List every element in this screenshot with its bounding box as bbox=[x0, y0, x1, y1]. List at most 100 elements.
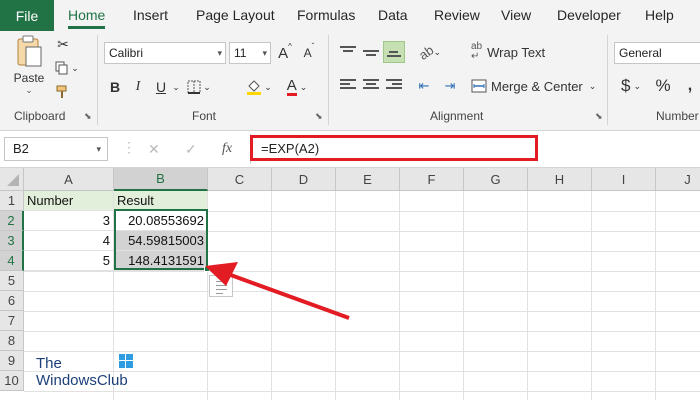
formula-highlight-box bbox=[250, 135, 538, 161]
chevron-down-icon: ▾ bbox=[262, 48, 267, 58]
tab-home[interactable]: Home bbox=[68, 0, 106, 31]
number-format-dropdown[interactable]: General bbox=[614, 42, 700, 64]
shrink-font-icon: A bbox=[303, 46, 312, 60]
merge-center-icon bbox=[471, 79, 487, 93]
chevron-down-icon: ▾ bbox=[217, 48, 222, 58]
align-right-icon[interactable] bbox=[386, 79, 402, 93]
watermark-line1: The bbox=[36, 355, 62, 372]
bottom-align-icon bbox=[387, 47, 401, 57]
align-left-icon[interactable] bbox=[340, 79, 356, 93]
chevron-down-icon: ⌄ bbox=[71, 62, 79, 73]
decrease-indent-icon: ⇤ bbox=[418, 78, 430, 93]
format-painter-icon bbox=[56, 85, 67, 98]
watermark: The WindowsClub bbox=[36, 354, 133, 389]
menu-bar: File Home Insert Page Layout Formulas Da… bbox=[0, 0, 700, 31]
ribbon-separator bbox=[328, 35, 329, 125]
tab-review[interactable]: Review bbox=[434, 0, 480, 31]
tab-insert[interactable]: Insert bbox=[133, 0, 168, 31]
format-painter-button[interactable] bbox=[54, 83, 72, 101]
increase-indent-button[interactable]: ⇥ bbox=[440, 75, 460, 97]
chevron-down-icon: ⌄ bbox=[633, 80, 641, 91]
number-group-label: Number bbox=[656, 109, 699, 123]
wrap-text-icon: ab ↵ bbox=[471, 41, 483, 62]
currency-icon: $ bbox=[620, 76, 631, 95]
formula-bar-grip-icon: ⋮ bbox=[122, 139, 136, 155]
name-box[interactable]: B2 ▾ bbox=[4, 137, 108, 161]
fill-handle[interactable] bbox=[204, 266, 210, 272]
font-color-button[interactable]: A ⌄ bbox=[282, 76, 312, 98]
chevron-down-icon: ⌄ bbox=[588, 80, 597, 91]
font-size-value: 11 bbox=[234, 46, 247, 60]
comma-style-icon: , bbox=[687, 77, 693, 94]
underline-button[interactable]: U bbox=[152, 76, 170, 98]
ribbon: Paste ⌄ ✂ ⌄ Clipboard ⬊ Calibri ▾ 11 ▾ A… bbox=[0, 31, 700, 131]
ribbon-separator bbox=[607, 35, 608, 125]
tab-file[interactable]: File bbox=[0, 0, 54, 31]
middle-align-icon[interactable] bbox=[363, 46, 379, 60]
font-group-label: Font bbox=[192, 109, 217, 123]
fill-color-icon bbox=[247, 80, 262, 95]
spreadsheet-grid: A B C D E F G H I J 1 2 3 4 5 6 7 8 9 10… bbox=[0, 168, 700, 400]
bold-button[interactable]: B bbox=[106, 76, 124, 98]
tab-help[interactable]: Help bbox=[645, 0, 674, 31]
chevron-down-icon[interactable]: ⌄ bbox=[171, 76, 181, 98]
copy-button[interactable]: ⌄ bbox=[52, 59, 82, 77]
merge-center-label: Merge & Center bbox=[491, 78, 583, 94]
tab-developer[interactable]: Developer bbox=[557, 0, 621, 31]
font-launcher-icon[interactable]: ⬊ bbox=[315, 111, 323, 122]
chevron-down-icon: ⌄ bbox=[299, 81, 308, 92]
font-color-icon: A bbox=[286, 77, 297, 96]
increase-indent-icon: ⇥ bbox=[444, 78, 456, 93]
cut-icon: ✂ bbox=[57, 35, 69, 52]
chevron-down-icon: ▾ bbox=[96, 144, 101, 154]
name-box-value: B2 bbox=[13, 141, 29, 156]
confirm-edit-button[interactable]: ✓ bbox=[185, 137, 197, 161]
font-name-dropdown[interactable]: Calibri ▾ bbox=[104, 42, 226, 64]
currency-button[interactable]: $ ⌄ bbox=[616, 75, 646, 97]
comma-style-button[interactable]: , bbox=[680, 75, 700, 97]
tab-data[interactable]: Data bbox=[378, 0, 408, 31]
clipboard-launcher-icon[interactable]: ⬊ bbox=[84, 111, 92, 122]
cancel-edit-button[interactable]: ✕ bbox=[148, 137, 160, 161]
wrap-text-button[interactable]: ab ↵ Wrap Text bbox=[471, 41, 547, 63]
chevron-down-icon: ⌄ bbox=[264, 81, 272, 92]
tab-formulas[interactable]: Formulas bbox=[297, 0, 355, 31]
orientation-icon: ab bbox=[415, 41, 437, 63]
tab-page-layout[interactable]: Page Layout bbox=[196, 0, 275, 31]
number-format-value: General bbox=[619, 46, 662, 60]
borders-button[interactable]: ⌄ bbox=[184, 76, 214, 98]
merge-center-button[interactable]: Merge & Center ⌄ bbox=[471, 75, 597, 97]
watermark-line2: WindowsClub bbox=[36, 372, 128, 389]
align-center-icon[interactable] bbox=[363, 79, 379, 93]
fill-color-button[interactable]: ⌄ bbox=[244, 76, 274, 98]
wrap-text-label: Wrap Text bbox=[487, 44, 546, 60]
decrease-indent-button[interactable]: ⇤ bbox=[414, 75, 434, 97]
ribbon-separator bbox=[97, 35, 98, 125]
paste-button[interactable]: Paste ⌄ bbox=[10, 35, 48, 105]
copy-icon bbox=[55, 61, 68, 75]
top-align-icon[interactable] bbox=[340, 46, 356, 60]
font-size-dropdown[interactable]: 11 ▾ bbox=[229, 42, 271, 64]
chevron-down-icon: ⌄ bbox=[25, 85, 33, 95]
bottom-align-button[interactable] bbox=[383, 41, 405, 63]
percent-button[interactable]: % bbox=[653, 75, 673, 97]
paste-label: Paste bbox=[13, 71, 45, 85]
windows-logo-icon bbox=[119, 354, 133, 368]
paste-icon bbox=[17, 35, 42, 67]
shrink-font-button[interactable]: Aˇ bbox=[299, 42, 319, 64]
font-name-value: Calibri bbox=[109, 46, 144, 60]
alignment-launcher-icon[interactable]: ⬊ bbox=[595, 111, 603, 122]
italic-button[interactable]: I bbox=[129, 76, 147, 98]
orientation-button[interactable]: ab ⌄ bbox=[415, 41, 445, 63]
chevron-down-icon: ⌄ bbox=[203, 81, 211, 92]
excel-window: File Home Insert Page Layout Formulas Da… bbox=[0, 0, 700, 400]
alignment-group-label: Alignment bbox=[430, 109, 484, 123]
fx-icon[interactable]: fx bbox=[222, 137, 232, 161]
quick-analysis-icon[interactable] bbox=[209, 275, 233, 297]
borders-icon bbox=[187, 80, 201, 94]
grow-font-icon: A bbox=[278, 44, 289, 62]
grow-font-button[interactable]: A ^ bbox=[275, 42, 295, 64]
cut-button[interactable]: ✂ bbox=[54, 35, 72, 53]
clipboard-group-label: Clipboard bbox=[14, 109, 66, 123]
tab-view[interactable]: View bbox=[501, 0, 531, 31]
